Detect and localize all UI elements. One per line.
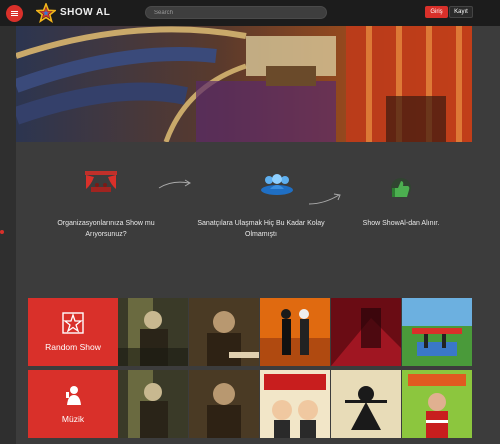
- stage-icon: [85, 171, 117, 192]
- show-thumbnail[interactable]: [189, 298, 259, 366]
- singer-icon: [66, 386, 81, 405]
- arrow-icon: [158, 179, 191, 189]
- register-button[interactable]: Kayıt: [449, 6, 473, 18]
- category-label: Müzik: [61, 414, 85, 424]
- login-button[interactable]: Giriş: [425, 6, 448, 18]
- show-thumbnail[interactable]: [118, 298, 188, 366]
- features-section: Organizasyonlarınıza Show mu Arıyorsunuz…: [16, 142, 472, 296]
- search-input[interactable]: [145, 6, 327, 19]
- category-tile-random-show[interactable]: Random Show: [28, 298, 118, 366]
- star-icon: [62, 312, 84, 334]
- feature-1-line1: Organizasyonlarınıza Show mu: [57, 220, 155, 227]
- arrow-icon: [308, 193, 341, 205]
- show-thumbnail[interactable]: [118, 370, 188, 438]
- show-thumbnail[interactable]: [189, 370, 259, 438]
- category-label: Random Show: [45, 342, 101, 352]
- hero-banner-image: [16, 26, 472, 142]
- category-row-random-show: Random Show: [28, 298, 472, 366]
- category-row-music: Müzik: [28, 370, 472, 438]
- show-thumbnail[interactable]: [260, 298, 330, 366]
- sidebar-indicator: [0, 230, 4, 234]
- show-thumbnail[interactable]: [402, 370, 472, 438]
- menu-button[interactable]: [6, 5, 23, 22]
- category-tile-music[interactable]: Müzik: [28, 370, 118, 438]
- star-logo-icon[interactable]: [36, 3, 56, 23]
- show-thumbnail[interactable]: [260, 370, 330, 438]
- show-thumbnail[interactable]: [331, 370, 401, 438]
- left-sidebar-strip: [0, 26, 16, 444]
- show-thumbnail[interactable]: [402, 298, 472, 366]
- hamburger-icon: [11, 13, 18, 14]
- feature-text-showal: Show ShowAl-dan Alınır.: [351, 218, 451, 229]
- feature-text-artists: Sanatçılara Ulaşmak Hiç Bu Kadar Kolay O…: [186, 218, 336, 240]
- feature-2-line2: Olmamıştı: [245, 231, 277, 238]
- feature-1-line2: Arıyorsunuz?: [85, 231, 127, 238]
- feature-2-line1: Sanatçılara Ulaşmak Hiç Bu Kadar Kolay: [197, 220, 325, 227]
- top-bar: SHOW AL Giriş Kayıt: [0, 0, 500, 26]
- people-group-icon: [261, 174, 293, 195]
- feature-3-line1: Show ShowAl-dan Alınır.: [362, 220, 440, 227]
- thumbs-up-icon: [391, 178, 411, 198]
- brand-name[interactable]: SHOW AL: [60, 7, 110, 18]
- feature-text-organizations: Organizasyonlarınıza Show mu Arıyorsunuz…: [51, 218, 161, 240]
- show-thumbnail[interactable]: [331, 298, 401, 366]
